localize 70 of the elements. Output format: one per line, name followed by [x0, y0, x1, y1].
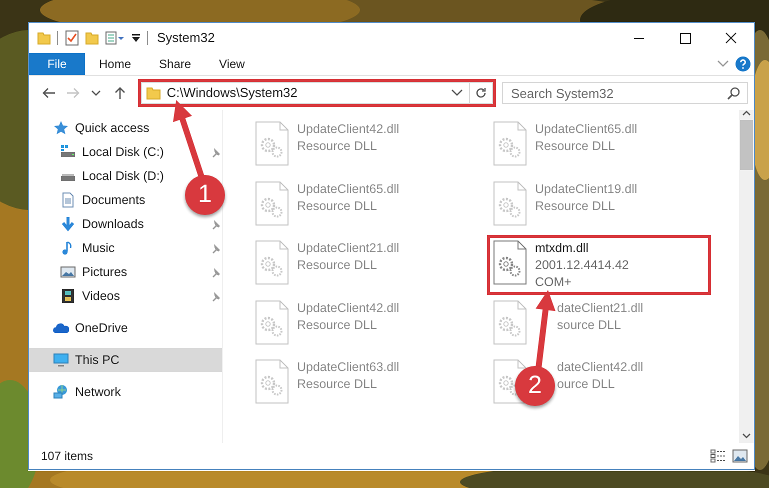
customize-icon[interactable] — [131, 33, 141, 43]
large-icons-view-icon[interactable] — [732, 449, 748, 463]
search-icon[interactable] — [727, 87, 740, 100]
scroll-thumb[interactable] — [740, 120, 753, 170]
help-icon[interactable] — [735, 56, 751, 72]
file-detail: Resource DLL — [297, 198, 377, 214]
pin-icon[interactable] — [210, 242, 222, 254]
search-field[interactable]: Search System32 — [502, 82, 748, 104]
file-detail: 2001.12.4414.42 — [535, 257, 629, 274]
nav-item[interactable]: Quick access — [75, 118, 150, 138]
monitor-icon — [53, 352, 69, 368]
item-count: 107 items — [41, 448, 94, 465]
file-detail: Resource DLL — [297, 257, 377, 274]
nav-label: This PC — [75, 352, 120, 369]
back-icon[interactable] — [42, 86, 56, 100]
separator-icon — [57, 31, 59, 45]
dropdown-icon[interactable] — [451, 89, 464, 97]
nav-item[interactable]: Documents — [82, 190, 146, 210]
nav-item[interactable]: Local Disk (C:) — [82, 142, 164, 162]
drive-icon — [60, 144, 76, 160]
expand-ribbon-icon[interactable] — [717, 60, 729, 68]
scrollbar[interactable] — [739, 110, 754, 443]
file-detail: Resource DLL — [535, 138, 615, 155]
window-title: System32 — [157, 29, 215, 48]
file-detail: COM+ — [535, 274, 572, 291]
pin-icon[interactable] — [210, 290, 222, 302]
nav-item[interactable]: Pictures — [82, 262, 128, 282]
address-path: C:\Windows\System32 — [166, 84, 299, 102]
nav-item[interactable]: OneDrive — [75, 318, 128, 338]
file-detail: Resource DLL — [297, 376, 377, 393]
pin-icon[interactable] — [210, 266, 222, 278]
nav-item[interactable]: Music — [82, 238, 115, 258]
ribbon-tab[interactable]: View — [205, 53, 259, 75]
star-icon — [53, 120, 69, 136]
ribbon-tab[interactable]: Share — [145, 53, 206, 75]
nav-item[interactable]: Videos — [82, 286, 120, 306]
file-name[interactable]: mtxdm.dll — [535, 240, 588, 257]
details-view-icon[interactable] — [710, 449, 726, 463]
pin-icon[interactable] — [210, 146, 222, 158]
scroll-up-icon[interactable] — [742, 110, 751, 116]
properties-icon[interactable] — [65, 30, 79, 46]
folder-icon — [37, 31, 51, 45]
file-detail: Resource DLL — [297, 138, 377, 155]
folder-icon — [146, 86, 161, 100]
nav-item[interactable]: This PC — [29, 348, 222, 372]
picture-icon — [60, 264, 76, 280]
separator-icon — [147, 31, 149, 45]
file-detail: ource DLL — [557, 376, 615, 393]
download-icon — [60, 216, 76, 232]
network-icon — [53, 384, 69, 400]
refresh-button[interactable] — [469, 82, 494, 104]
up-icon[interactable] — [112, 86, 127, 100]
ribbon-tab[interactable]: Home — [85, 53, 146, 75]
nav-item[interactable]: Local Disk (D:) — [82, 166, 164, 186]
nav-item[interactable]: Downloads — [82, 214, 144, 234]
pin-icon[interactable] — [210, 218, 222, 230]
new-folder-icon[interactable] — [85, 31, 99, 45]
file-detail: Resource DLL — [297, 316, 377, 334]
refresh-icon — [475, 87, 488, 99]
view-icon[interactable] — [105, 31, 125, 45]
document-icon — [60, 192, 76, 208]
scroll-down-icon[interactable] — [742, 433, 751, 439]
file-detail: Resource DLL — [535, 198, 615, 214]
file-detail: source DLL — [557, 316, 621, 334]
dll-file-icon[interactable] — [493, 240, 527, 285]
film-icon — [60, 288, 76, 304]
address-bar[interactable]: C:\Windows\System32 — [140, 82, 470, 104]
nav-item[interactable]: Network — [75, 382, 121, 402]
file-menu-tab[interactable]: File — [29, 53, 85, 75]
forward-icon[interactable] — [66, 86, 80, 100]
